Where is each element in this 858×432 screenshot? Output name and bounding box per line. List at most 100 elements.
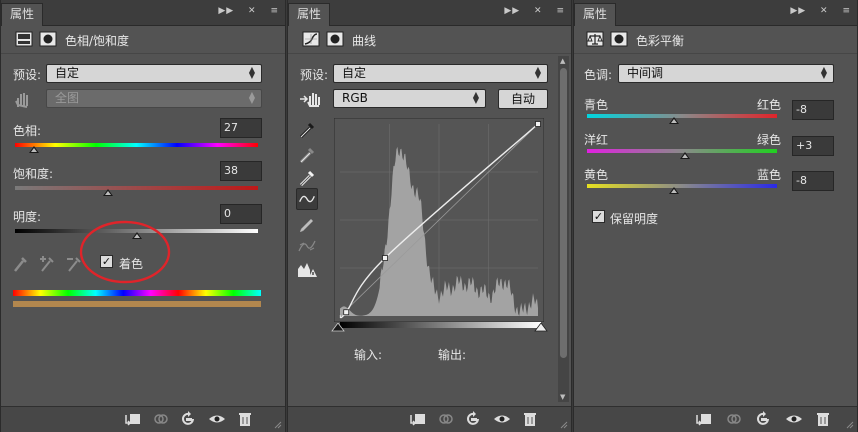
cyan-red-input[interactable]: -8 xyxy=(792,100,834,120)
targeted-adjustment-hand-icon[interactable] xyxy=(13,89,33,109)
view-previous-state-icon[interactable] xyxy=(152,411,170,427)
preset-dropdown[interactable]: 自定 ▲ ▼ xyxy=(46,64,262,83)
color-balance-scale-icon xyxy=(586,31,604,47)
resize-grip-icon[interactable] xyxy=(274,421,282,429)
properties-tab[interactable]: 属性 xyxy=(1,3,43,26)
eyedropper-plus-icon[interactable] xyxy=(40,256,54,272)
panel-menu-icon[interactable]: ≡ xyxy=(842,6,851,16)
curve-graph[interactable] xyxy=(334,118,544,322)
delete-trash-icon[interactable] xyxy=(521,411,539,427)
panel-menu-icon[interactable]: ≡ xyxy=(270,6,279,16)
black-input-slider-icon[interactable] xyxy=(331,323,345,332)
panel-tab-bar: 属性 ▶▶ ✕ ≡ xyxy=(574,0,857,26)
curve-control-point[interactable] xyxy=(343,309,350,316)
lightness-input[interactable]: 0 xyxy=(220,204,262,224)
clipping-warning-icon[interactable] xyxy=(296,259,318,281)
properties-tab[interactable]: 属性 xyxy=(288,3,330,26)
panel-controls: ▶▶ ✕ ≡ xyxy=(208,6,279,16)
collapse-icon[interactable]: ▶▶ xyxy=(218,6,234,16)
view-previous-state-icon[interactable] xyxy=(725,411,743,427)
white-point-eyedropper-icon[interactable] xyxy=(296,166,318,188)
visibility-eye-icon[interactable] xyxy=(208,411,226,427)
preset-value: 自定 xyxy=(55,66,80,80)
lightness-slider-thumb[interactable] xyxy=(132,232,142,239)
curve-control-point[interactable] xyxy=(382,255,388,261)
collapse-icon[interactable]: ▶▶ xyxy=(504,6,520,16)
hue-slider-track[interactable] xyxy=(15,143,258,147)
panel-title: 色彩平衡 xyxy=(636,34,685,48)
close-icon[interactable]: ✕ xyxy=(534,6,543,16)
green-label: 绿色 xyxy=(757,133,782,147)
tone-label: 色调: xyxy=(584,68,613,82)
clip-to-layer-icon[interactable] xyxy=(124,411,142,427)
clip-to-layer-icon[interactable] xyxy=(695,411,713,427)
close-icon[interactable]: ✕ xyxy=(820,6,829,16)
gray-point-eyedropper-icon[interactable] xyxy=(296,143,318,165)
layer-mask-icon[interactable] xyxy=(610,31,628,47)
cyan-red-slider-track[interactable] xyxy=(587,114,777,118)
input-gradient-bar xyxy=(340,322,541,328)
preserve-luminosity-checkbox[interactable]: ✓ xyxy=(592,210,605,223)
panel-footer xyxy=(288,406,571,432)
yellow-blue-input[interactable]: -8 xyxy=(792,171,834,191)
curves-panel: 属性 ▶▶ ✕ ≡ 曲线 预设: 自定 ▲ ▼ RGB ▲ ▼ 自动 输入: 输… xyxy=(287,0,572,432)
visibility-eye-icon[interactable] xyxy=(493,411,511,427)
panel-title: 色相/饱和度 xyxy=(65,34,130,48)
resize-grip-icon[interactable] xyxy=(846,421,854,429)
magenta-green-slider-thumb[interactable] xyxy=(680,152,690,159)
layer-mask-icon[interactable] xyxy=(39,31,57,47)
collapse-icon[interactable]: ▶▶ xyxy=(790,6,806,16)
panel-footer xyxy=(574,406,857,432)
auto-button[interactable]: 自动 xyxy=(498,89,548,109)
on-image-adjust-hand-icon[interactable] xyxy=(298,89,322,109)
curve-points-tool-icon[interactable] xyxy=(296,188,318,210)
curve-control-point[interactable] xyxy=(535,121,541,127)
colorize-result-bar xyxy=(13,301,261,307)
reset-icon[interactable] xyxy=(465,411,483,427)
blue-label: 蓝色 xyxy=(757,168,782,182)
panel-menu-icon[interactable]: ≡ xyxy=(556,6,565,16)
output-label: 输出: xyxy=(438,348,467,362)
reset-icon[interactable] xyxy=(180,411,198,427)
pencil-draw-icon[interactable] xyxy=(296,212,318,234)
tone-dropdown[interactable]: 中间调 ▲ ▼ xyxy=(618,64,834,83)
channel-dropdown[interactable]: RGB ▲ ▼ xyxy=(333,89,486,108)
saturation-slider-thumb[interactable] xyxy=(103,189,113,196)
delete-trash-icon[interactable] xyxy=(236,411,254,427)
red-label: 红色 xyxy=(757,98,782,112)
dropdown-arrow-icon: ▲ ▼ xyxy=(248,90,255,105)
resize-grip-icon[interactable] xyxy=(560,421,568,429)
layer-mask-icon[interactable] xyxy=(326,31,344,47)
yellow-blue-slider-thumb[interactable] xyxy=(669,187,679,194)
panel-scrollbar[interactable]: ▲ ▼ xyxy=(558,56,569,402)
view-previous-state-icon[interactable] xyxy=(437,411,455,427)
saturation-slider-track[interactable] xyxy=(15,186,258,190)
hue-input[interactable]: 27 xyxy=(220,118,262,138)
scroll-up-icon[interactable]: ▲ xyxy=(560,57,565,65)
cyan-red-slider-thumb[interactable] xyxy=(669,117,679,124)
close-icon[interactable]: ✕ xyxy=(248,6,257,16)
panel-header: 色彩平衡 xyxy=(574,26,857,54)
black-point-eyedropper-icon[interactable] xyxy=(296,118,318,140)
scrollbar-thumb[interactable] xyxy=(560,68,567,358)
delete-trash-icon[interactable] xyxy=(814,411,832,427)
clip-to-layer-icon[interactable] xyxy=(409,411,427,427)
saturation-input[interactable]: 38 xyxy=(220,161,262,181)
scroll-down-icon[interactable]: ▼ xyxy=(560,393,565,401)
panel-controls: ▶▶ ✕ ≡ xyxy=(494,6,565,16)
smooth-curve-icon[interactable] xyxy=(296,235,318,257)
properties-tab[interactable]: 属性 xyxy=(574,3,616,26)
channel-dropdown[interactable]: 全图 ▲ ▼ xyxy=(46,89,262,108)
colorize-checkbox[interactable]: ✓ xyxy=(100,255,113,268)
magenta-green-input[interactable]: +3 xyxy=(792,136,834,156)
hue-slider-thumb[interactable] xyxy=(29,146,39,153)
dropdown-arrow-icon: ▲ ▼ xyxy=(248,65,255,80)
reset-icon[interactable] xyxy=(755,411,773,427)
visibility-eye-icon[interactable] xyxy=(785,411,803,427)
eyedropper-icon[interactable] xyxy=(14,257,27,272)
yellow-blue-slider-track[interactable] xyxy=(587,184,777,188)
tone-value: 中间调 xyxy=(627,66,664,80)
preset-dropdown[interactable]: 自定 ▲ ▼ xyxy=(333,64,548,83)
eyedropper-minus-icon[interactable] xyxy=(67,257,81,272)
white-input-slider-icon[interactable] xyxy=(534,323,548,332)
